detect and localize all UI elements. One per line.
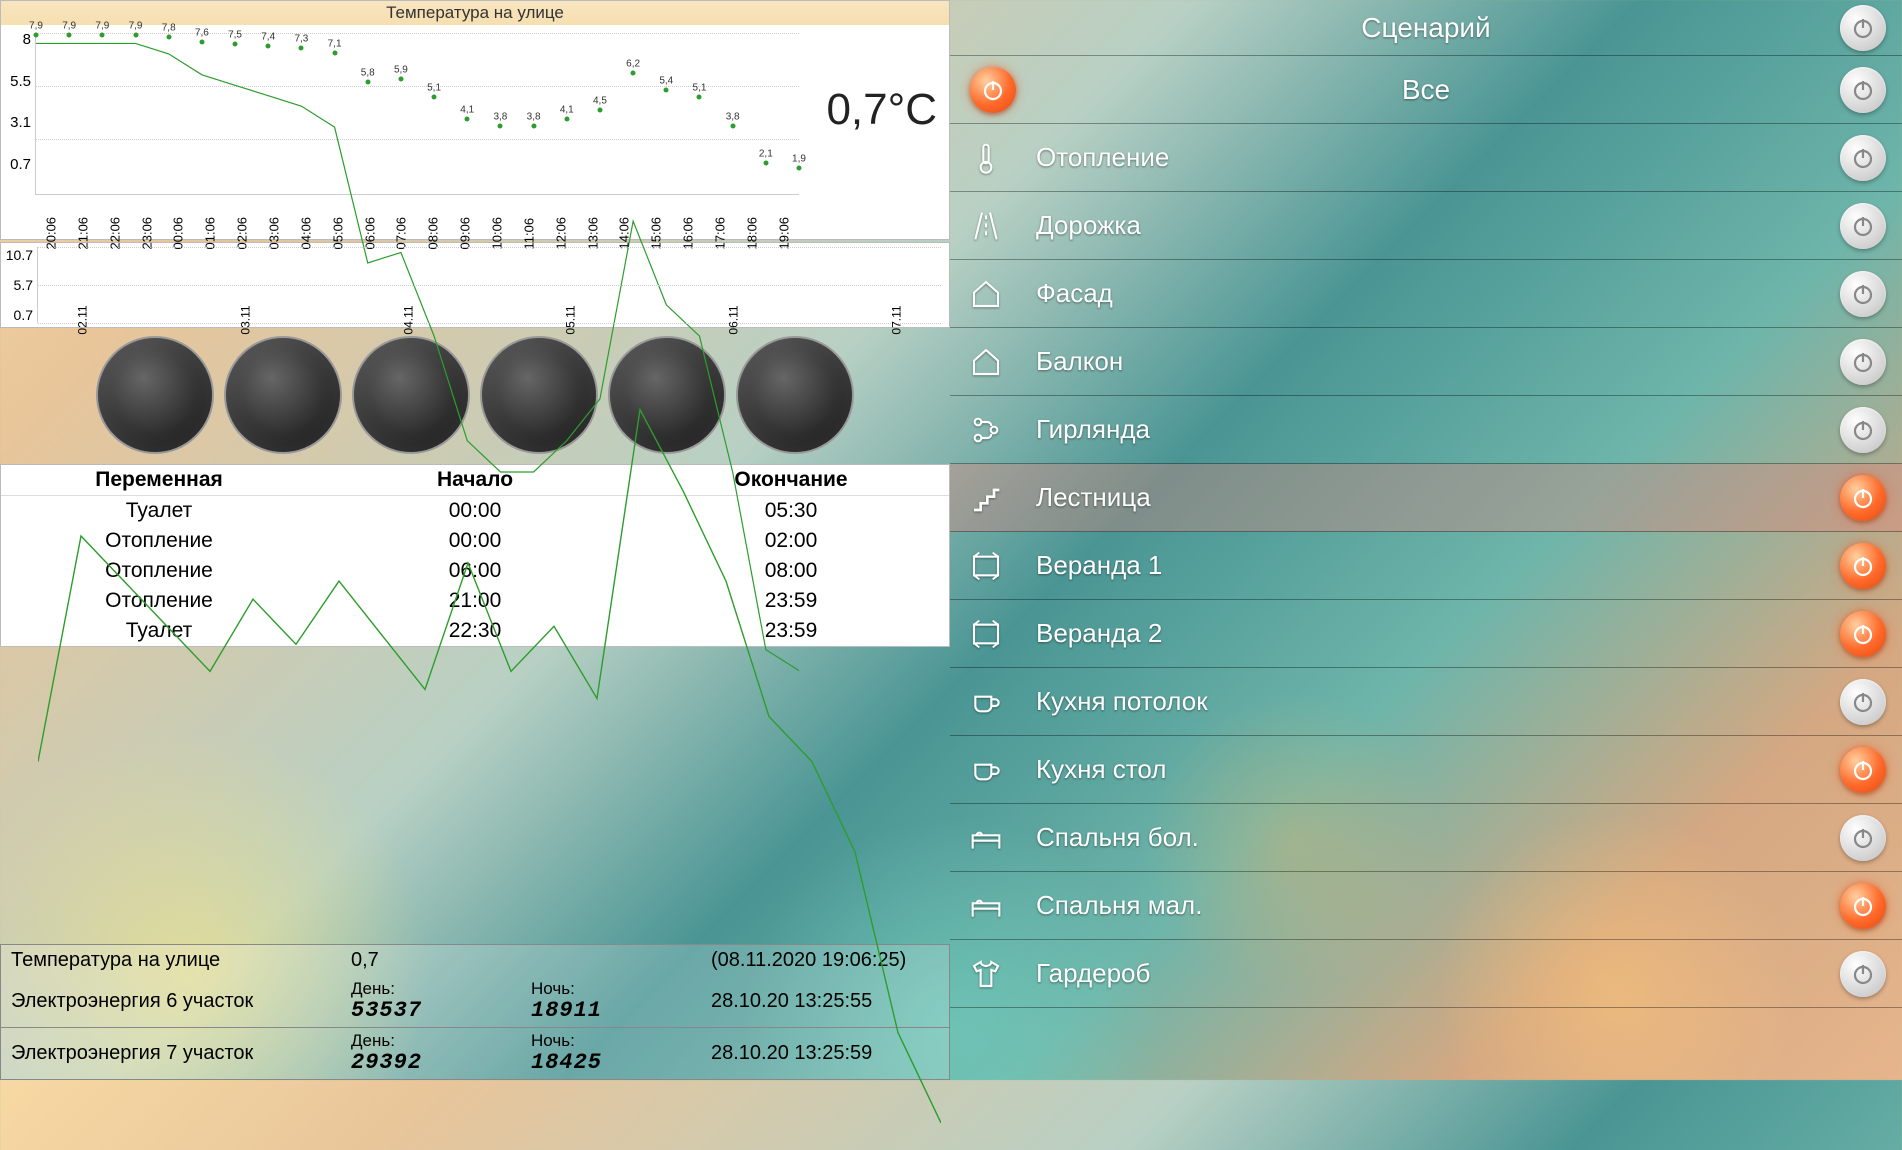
device-power-button[interactable] bbox=[1840, 883, 1886, 929]
device-power-button[interactable] bbox=[1840, 611, 1886, 657]
device-power-button[interactable] bbox=[1840, 543, 1886, 589]
thermometer-icon bbox=[970, 142, 1002, 174]
right-panel: Сценарий Все Отопление Дорожка Фасад Балкон… bbox=[950, 0, 1902, 1080]
stairs-icon bbox=[970, 482, 1002, 514]
device-row[interactable]: Отопление bbox=[950, 124, 1902, 192]
frame-icon bbox=[970, 550, 1002, 582]
device-power-button[interactable] bbox=[1840, 407, 1886, 453]
device-row[interactable]: Спальня бол. bbox=[950, 804, 1902, 872]
device-row[interactable]: Кухня стол bbox=[950, 736, 1902, 804]
device-label: Гирлянда bbox=[1036, 414, 1150, 445]
device-row[interactable]: Гардероб bbox=[950, 940, 1902, 1008]
house-icon bbox=[970, 346, 1002, 378]
current-temperature: 0,7°C bbox=[826, 85, 937, 135]
chart2-plot-area: 02.1103.1104.1105.1106.1107.11 bbox=[37, 247, 941, 323]
device-label: Отопление bbox=[1036, 142, 1169, 173]
chart-plot-area: 20:0621:0622:0623:0600:0601:0602:0603:06… bbox=[35, 33, 799, 195]
device-power-button[interactable] bbox=[1840, 135, 1886, 181]
road-icon bbox=[970, 210, 1002, 242]
device-row[interactable]: Спальня мал. bbox=[950, 872, 1902, 940]
device-row[interactable]: Кухня потолок bbox=[950, 668, 1902, 736]
device-row[interactable]: Веранда 2 bbox=[950, 600, 1902, 668]
device-row[interactable]: Балкон bbox=[950, 328, 1902, 396]
device-power-button[interactable] bbox=[1840, 475, 1886, 521]
device-row[interactable]: Гирлянда bbox=[950, 396, 1902, 464]
device-label: Лестница bbox=[1036, 482, 1151, 513]
bed-icon bbox=[970, 890, 1002, 922]
device-label: Спальня мал. bbox=[1036, 890, 1202, 921]
device-row[interactable]: Фасад bbox=[950, 260, 1902, 328]
device-label: Спальня бол. bbox=[1036, 822, 1199, 853]
chart-y-axis: 8 5.5 3.1 0.7 bbox=[1, 25, 35, 195]
device-label: Балкон bbox=[1036, 346, 1123, 377]
scenario-header: Сценарий bbox=[950, 0, 1902, 56]
device-label: Кухня стол bbox=[1036, 754, 1166, 785]
device-label: Веранда 1 bbox=[1036, 550, 1162, 581]
frame-icon bbox=[970, 618, 1002, 650]
all-label: Все bbox=[1402, 74, 1450, 106]
chart-title: Температура на улице bbox=[1, 1, 949, 25]
device-power-button[interactable] bbox=[1840, 815, 1886, 861]
device-label: Дорожка bbox=[1036, 210, 1141, 241]
all-left-power-button[interactable] bbox=[970, 67, 1016, 113]
shirt-icon bbox=[970, 958, 1002, 990]
branch-icon bbox=[970, 414, 1002, 446]
all-right-power-button[interactable] bbox=[1840, 67, 1886, 113]
chart2-y-axis: 10.7 5.7 0.7 bbox=[1, 243, 37, 327]
device-label: Гардероб bbox=[1036, 958, 1150, 989]
device-power-button[interactable] bbox=[1840, 339, 1886, 385]
device-row[interactable]: Лестница bbox=[950, 464, 1902, 532]
bed-icon bbox=[970, 822, 1002, 854]
scenario-power-button[interactable] bbox=[1840, 5, 1886, 51]
left-panel: Температура на улице 8 5.5 3.1 0.7 20:06… bbox=[0, 0, 950, 1080]
device-power-button[interactable] bbox=[1840, 271, 1886, 317]
device-power-button[interactable] bbox=[1840, 747, 1886, 793]
device-row[interactable]: Веранда 1 bbox=[950, 532, 1902, 600]
cup-icon bbox=[970, 686, 1002, 718]
device-label: Веранда 2 bbox=[1036, 618, 1162, 649]
device-label: Фасад bbox=[1036, 278, 1113, 309]
device-power-button[interactable] bbox=[1840, 951, 1886, 997]
device-label: Кухня потолок bbox=[1036, 686, 1208, 717]
device-power-button[interactable] bbox=[1840, 203, 1886, 249]
temperature-chart-6day: 10.7 5.7 0.7 02.1103.1104.1105.1106.1107… bbox=[0, 242, 950, 328]
house-icon bbox=[970, 278, 1002, 310]
device-power-button[interactable] bbox=[1840, 679, 1886, 725]
device-row[interactable]: Дорожка bbox=[950, 192, 1902, 260]
cup-icon bbox=[970, 754, 1002, 786]
temperature-chart-24h: Температура на улице 8 5.5 3.1 0.7 20:06… bbox=[0, 0, 950, 240]
all-devices-row[interactable]: Все bbox=[950, 56, 1902, 124]
